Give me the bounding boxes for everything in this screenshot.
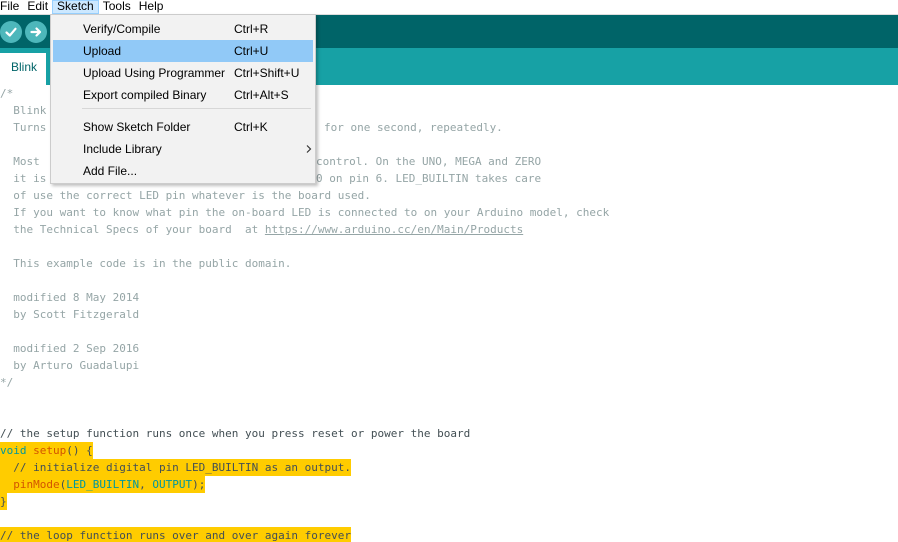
products-link[interactable]: https://www.arduino.cc/en/Main/Products	[265, 223, 523, 236]
code-line: If you want to know what pin the on-boar…	[0, 206, 610, 219]
arrow-right-icon	[30, 27, 42, 37]
checkmark-icon	[5, 27, 17, 37]
code-text: );	[192, 478, 206, 491]
menu-item-upload[interactable]: Upload Ctrl+U	[53, 40, 313, 62]
code-line-highlighted: // initialize digital pin LED_BUILTIN as…	[0, 459, 351, 476]
function-token: pinMode	[13, 478, 60, 491]
code-line: Turns	[0, 121, 47, 134]
code-line: // the setup function runs once when you…	[0, 427, 471, 440]
code-line: Most	[0, 155, 40, 168]
keyword-token: void	[0, 444, 27, 457]
code-line-highlighted: }	[0, 493, 7, 510]
menu-item-export-compiled-binary[interactable]: Export compiled Binary Ctrl+Alt+S	[53, 84, 313, 106]
code-line-highlighted: void setup() {	[0, 442, 93, 459]
code-line: This example code is in the public domai…	[0, 257, 292, 270]
code-line-highlighted: // the loop function runs over and over …	[0, 527, 351, 542]
menu-item-verify-compile[interactable]: Verify/Compile Ctrl+R	[53, 18, 313, 40]
constant-token: OUTPUT	[152, 478, 193, 491]
code-text: () {	[66, 444, 93, 457]
menu-item-label: Verify/Compile	[83, 22, 161, 36]
menu-item-label: Upload	[83, 44, 122, 58]
constant-token: LED_BUILTIN	[66, 478, 140, 491]
menu-help[interactable]: Help	[135, 0, 168, 13]
menu-item-shortcut: Ctrl+Shift+U	[234, 66, 300, 80]
menu-item-label: Include Library	[83, 142, 162, 156]
code-line: by Arturo Guadalupi	[0, 359, 140, 372]
menu-sketch[interactable]: Sketch	[52, 0, 99, 14]
menu-bar: File Edit Sketch Tools Help	[0, 0, 898, 14]
code-line: by Scott Fitzgerald	[0, 308, 140, 321]
code-line: of use the correct LED pin whatever is t…	[0, 189, 371, 202]
verify-button[interactable]	[0, 21, 22, 43]
code-line: 0 on pin 6. LED_BUILTIN takes care	[316, 172, 542, 185]
code-line: modified 8 May 2014	[0, 291, 140, 304]
menu-tools[interactable]: Tools	[99, 0, 135, 13]
menu-item-shortcut: Ctrl+K	[234, 120, 268, 134]
menu-file[interactable]: File	[0, 0, 23, 13]
menu-item-show-sketch-folder[interactable]: Show Sketch Folder Ctrl+K	[53, 116, 313, 138]
menu-item-label: Export compiled Binary	[83, 88, 207, 102]
menu-item-label: Show Sketch Folder	[83, 120, 191, 134]
menu-edit[interactable]: Edit	[23, 0, 52, 13]
code-line: Blink	[0, 104, 47, 117]
code-line: for one second, repeatedly.	[324, 121, 503, 134]
menu-item-upload-using-programmer[interactable]: Upload Using Programmer Ctrl+Shift+U	[53, 62, 313, 84]
menu-separator	[82, 108, 311, 109]
menu-item-shortcut: Ctrl+R	[234, 22, 269, 36]
code-line: /*	[0, 87, 14, 100]
submenu-arrow-icon	[306, 145, 312, 153]
menu-item-add-file[interactable]: Add File...	[53, 160, 313, 182]
code-line-highlighted: pinMode(LED_BUILTIN, OUTPUT);	[0, 476, 206, 493]
menu-item-include-library[interactable]: Include Library	[53, 138, 313, 160]
tab-blink[interactable]: Blink	[0, 53, 46, 85]
code-line: the Technical Specs of your board at htt…	[0, 221, 523, 238]
code-line: modified 2 Sep 2016	[0, 342, 140, 355]
code-text: ,	[139, 478, 153, 491]
upload-button[interactable]	[25, 21, 47, 43]
code-line: control. On the UNO, MEGA and ZERO	[316, 155, 542, 168]
menu-item-shortcut: Ctrl+U	[234, 44, 269, 58]
menu-item-shortcut: Ctrl+Alt+S	[234, 88, 289, 102]
code-line: */	[0, 376, 14, 389]
code-line: it is	[0, 172, 47, 185]
sketch-menu-dropdown: Verify/Compile Ctrl+R Upload Ctrl+U Uplo…	[50, 14, 316, 184]
function-token: setup	[33, 444, 67, 457]
menu-item-label: Add File...	[83, 164, 138, 178]
menu-item-label: Upload Using Programmer	[83, 66, 226, 80]
code-text: the Technical Specs of your board at	[0, 223, 265, 236]
